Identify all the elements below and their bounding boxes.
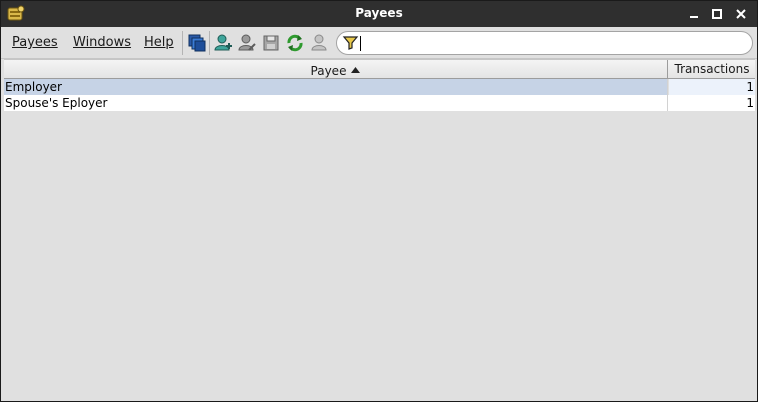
toolbar-separator [182,31,183,55]
filter-icon[interactable] [342,35,359,51]
column-header-transactions[interactable]: Transactions [669,60,755,79]
table-row[interactable]: Spouse's Eployer 1 [4,95,755,111]
close-icon[interactable] [732,5,750,23]
menu-toolbar: Payees Windows Help [1,27,757,59]
delete-payee-icon[interactable] [309,33,329,53]
payee-cell[interactable]: Spouse's Eployer [4,95,668,111]
column-header-payee-label: Payee [310,64,347,78]
add-payee-icon[interactable] [213,33,233,53]
refresh-icon[interactable] [285,33,305,53]
menu-payees[interactable]: Payees [12,35,58,50]
payees-table: Payee Transactions Employer 1 Spouse's E… [4,59,755,400]
menu-windows[interactable]: Windows [73,35,131,50]
minimize-icon[interactable] [685,5,703,23]
column-header-transactions-label: Transactions [674,62,750,76]
menu-windows-label: Windows [73,35,132,50]
windows-icon[interactable] [187,33,207,53]
transactions-cell[interactable]: 1 [669,95,755,111]
filter-field[interactable] [336,31,753,55]
sort-ascending-icon [351,60,361,73]
table-header: Payee Transactions [4,59,755,79]
column-header-payee[interactable]: Payee [4,60,668,79]
payees-window: Payees Payees Windows Help Payee Transac… [0,0,758,402]
payee-cell[interactable]: Employer [4,79,668,95]
table-row[interactable]: Employer 1 [4,79,755,95]
filter-input[interactable] [361,35,741,52]
menu-help-label: Help [144,35,174,50]
menu-help[interactable]: Help [144,35,174,50]
save-icon[interactable] [261,33,281,53]
toolbar-separator [209,31,210,55]
maximize-icon[interactable] [708,5,726,23]
menu-payees-label: Payees [12,35,58,50]
edit-payee-icon[interactable] [237,33,257,53]
window-title: Payees [355,6,403,20]
title-bar[interactable]: Payees [1,1,757,27]
transactions-cell[interactable]: 1 [669,79,755,95]
